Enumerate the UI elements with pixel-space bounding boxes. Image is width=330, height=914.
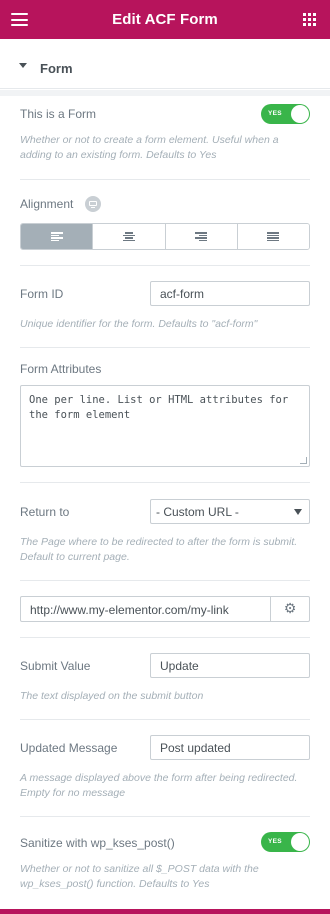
toggle-knob bbox=[291, 833, 309, 851]
grid-icon[interactable] bbox=[303, 13, 316, 26]
is-form-description: Whether or not to create a form element.… bbox=[20, 134, 279, 161]
toggle-text: YES bbox=[268, 838, 282, 845]
textarea-placeholder: One per line. List or HTML attributes fo… bbox=[29, 394, 289, 421]
divider bbox=[20, 347, 310, 348]
url-settings-button[interactable]: ⚙ bbox=[270, 597, 309, 621]
updated-message-description: A message displayed above the form after… bbox=[20, 772, 298, 799]
divider bbox=[20, 482, 310, 483]
section-title: Form bbox=[40, 61, 73, 76]
form-attributes-label: Form Attributes bbox=[20, 362, 102, 376]
custom-url-field: http://www.my-elementor.com/my-link ⚙ bbox=[20, 596, 310, 622]
divider bbox=[20, 179, 310, 180]
return-to-select[interactable]: - Custom URL - bbox=[150, 499, 310, 524]
align-center-icon bbox=[122, 232, 135, 241]
bottom-accent-bar bbox=[0, 909, 330, 914]
sanitize-description: Whether or not to sanitize all $_POST da… bbox=[20, 863, 259, 890]
section-divider bbox=[0, 90, 330, 96]
form-attributes-textarea[interactable]: One per line. List or HTML attributes fo… bbox=[20, 385, 310, 467]
align-justify-button[interactable] bbox=[237, 224, 309, 249]
custom-url-input[interactable]: http://www.my-elementor.com/my-link bbox=[21, 597, 270, 621]
alignment-choices bbox=[20, 223, 310, 250]
divider bbox=[20, 580, 310, 581]
divider bbox=[20, 719, 310, 720]
sanitize-label: Sanitize with wp_kses_post() bbox=[20, 836, 175, 850]
align-left-button[interactable] bbox=[21, 224, 94, 249]
sanitize-toggle[interactable]: YES bbox=[261, 832, 310, 852]
editor-header: Edit ACF Form bbox=[0, 0, 330, 39]
align-right-button[interactable] bbox=[165, 224, 238, 249]
toggle-knob bbox=[291, 105, 309, 123]
return-to-selected: - Custom URL - bbox=[156, 505, 239, 519]
align-justify-icon bbox=[267, 232, 280, 241]
align-center-button[interactable] bbox=[93, 224, 166, 249]
updated-message-input[interactable]: Post updated bbox=[150, 735, 310, 760]
is-form-label: This is a Form bbox=[20, 107, 97, 121]
panel-title: Edit ACF Form bbox=[112, 11, 218, 28]
section-header-form[interactable]: Form bbox=[0, 39, 330, 89]
return-to-description: The Page where to be redirected to after… bbox=[20, 536, 298, 563]
caret-down-icon bbox=[19, 63, 27, 68]
form-id-label: Form ID bbox=[20, 287, 64, 301]
submit-value-input[interactable]: Update bbox=[150, 653, 310, 678]
submit-value-description: The text displayed on the submit button bbox=[20, 690, 204, 702]
divider bbox=[20, 265, 310, 266]
gear-icon: ⚙ bbox=[283, 601, 297, 617]
form-id-description: Unique identifier for the form. Defaults… bbox=[20, 318, 258, 330]
resize-handle[interactable] bbox=[300, 457, 307, 464]
divider bbox=[20, 637, 310, 638]
divider bbox=[20, 816, 310, 817]
form-id-input[interactable]: acf-form bbox=[150, 281, 310, 306]
is-form-toggle[interactable]: YES bbox=[261, 104, 310, 124]
return-to-label: Return to bbox=[20, 505, 70, 519]
dropdown-arrow-icon bbox=[294, 509, 302, 515]
submit-value-label: Submit Value bbox=[20, 659, 91, 673]
desktop-icon[interactable] bbox=[85, 196, 101, 212]
align-left-icon bbox=[50, 232, 63, 241]
align-right-icon bbox=[195, 232, 208, 241]
toggle-text: YES bbox=[268, 110, 282, 117]
alignment-label: Alignment bbox=[20, 197, 74, 211]
updated-message-label: Updated Message bbox=[20, 741, 118, 755]
